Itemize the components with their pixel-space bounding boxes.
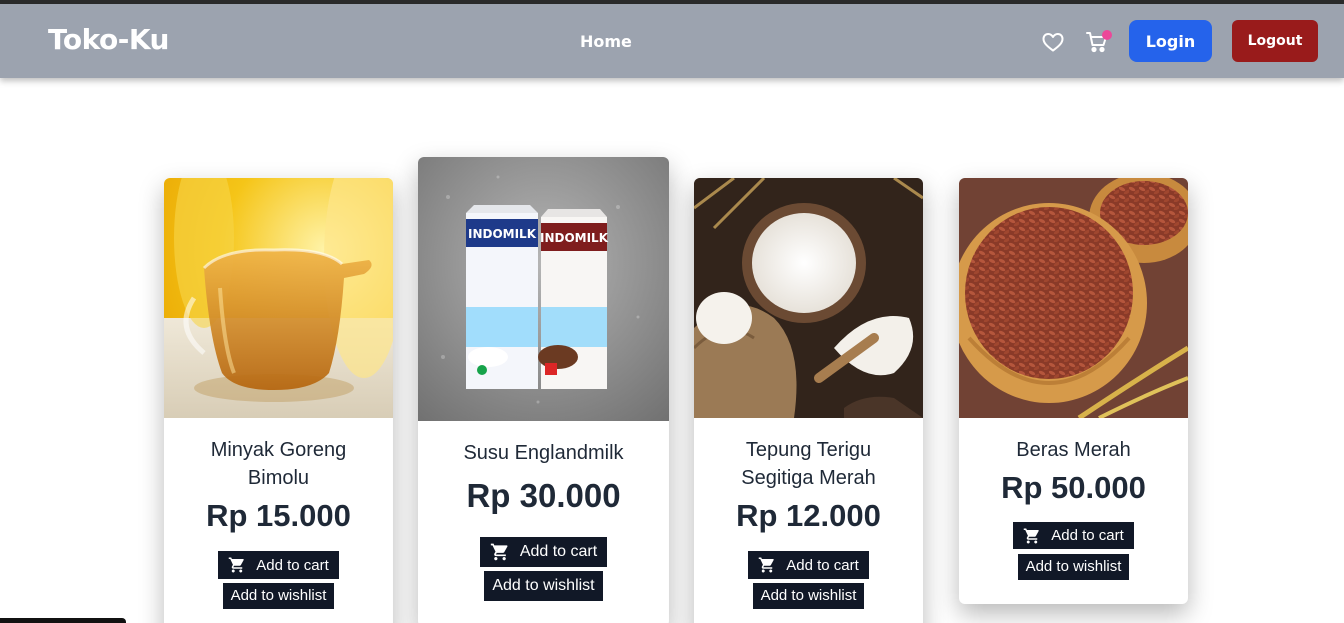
- cart-icon: [758, 557, 774, 573]
- add-to-wishlist-button[interactable]: Add to wishlist: [484, 571, 603, 601]
- cart-icon: [1023, 528, 1039, 543]
- add-to-wishlist-button[interactable]: Add to wishlist: [1017, 553, 1130, 580]
- add-to-cart-label: Add to cart: [519, 543, 598, 560]
- product-price: Rp 15.000: [206, 498, 351, 533]
- heart-icon[interactable]: [1041, 30, 1065, 54]
- product-name: Minyak Goreng Bimolu: [210, 439, 347, 489]
- brand-logo[interactable]: Toko-Ku: [48, 23, 169, 56]
- milk-carton-label-left: INDOMILK: [468, 227, 537, 241]
- product-name: Tepung Terigu Segitiga Merah: [741, 439, 876, 489]
- product-price: Rp 12.000: [736, 498, 881, 533]
- add-to-cart-button[interactable]: Add to cart: [218, 551, 339, 579]
- product-image-flour[interactable]: [694, 178, 923, 418]
- logout-button[interactable]: Logout: [1232, 20, 1318, 62]
- add-to-wishlist-button[interactable]: Add to wishlist: [222, 583, 335, 609]
- add-to-cart-button[interactable]: Add to cart: [1013, 522, 1134, 549]
- milk-carton-label-right: INDOMILK: [540, 231, 609, 245]
- product-price: Rp 30.000: [466, 477, 621, 514]
- status-tooltip: [0, 618, 126, 623]
- cart-badge: [1102, 30, 1112, 40]
- navbar: Toko-Ku Home Login Logout: [0, 4, 1344, 78]
- add-to-cart-button[interactable]: Add to cart: [479, 537, 608, 567]
- product-card: Minyak Goreng Bimolu Rp 15.000 Add to ca…: [164, 178, 393, 623]
- cart-icon: [490, 543, 508, 561]
- product-card: Tepung Terigu Segitiga Merah Rp 12.000 A…: [694, 178, 923, 623]
- cart-icon: [228, 557, 244, 573]
- add-to-cart-label: Add to cart: [1051, 527, 1124, 544]
- add-to-wishlist-button[interactable]: Add to wishlist: [752, 583, 865, 609]
- product-image-red-rice[interactable]: [959, 178, 1188, 418]
- product-price: Rp 50.000: [1001, 470, 1146, 505]
- product-name: Beras Merah: [1016, 439, 1131, 461]
- add-to-cart-label: Add to cart: [786, 556, 859, 574]
- product-name: Susu Englandmilk: [463, 442, 624, 464]
- product-image-cooking-oil[interactable]: [164, 178, 393, 418]
- product-card: Beras Merah Rp 50.000 Add to cart Add to…: [959, 178, 1188, 604]
- product-image-milk[interactable]: INDOMILK INDOMILK: [418, 157, 669, 421]
- nav-link-home[interactable]: Home: [580, 32, 632, 51]
- login-button[interactable]: Login: [1129, 20, 1212, 62]
- add-to-cart-button[interactable]: Add to cart: [748, 551, 869, 579]
- product-card: INDOMILK INDOMILK Susu Englandmilk Rp 30…: [418, 157, 669, 623]
- add-to-cart-label: Add to cart: [256, 556, 329, 574]
